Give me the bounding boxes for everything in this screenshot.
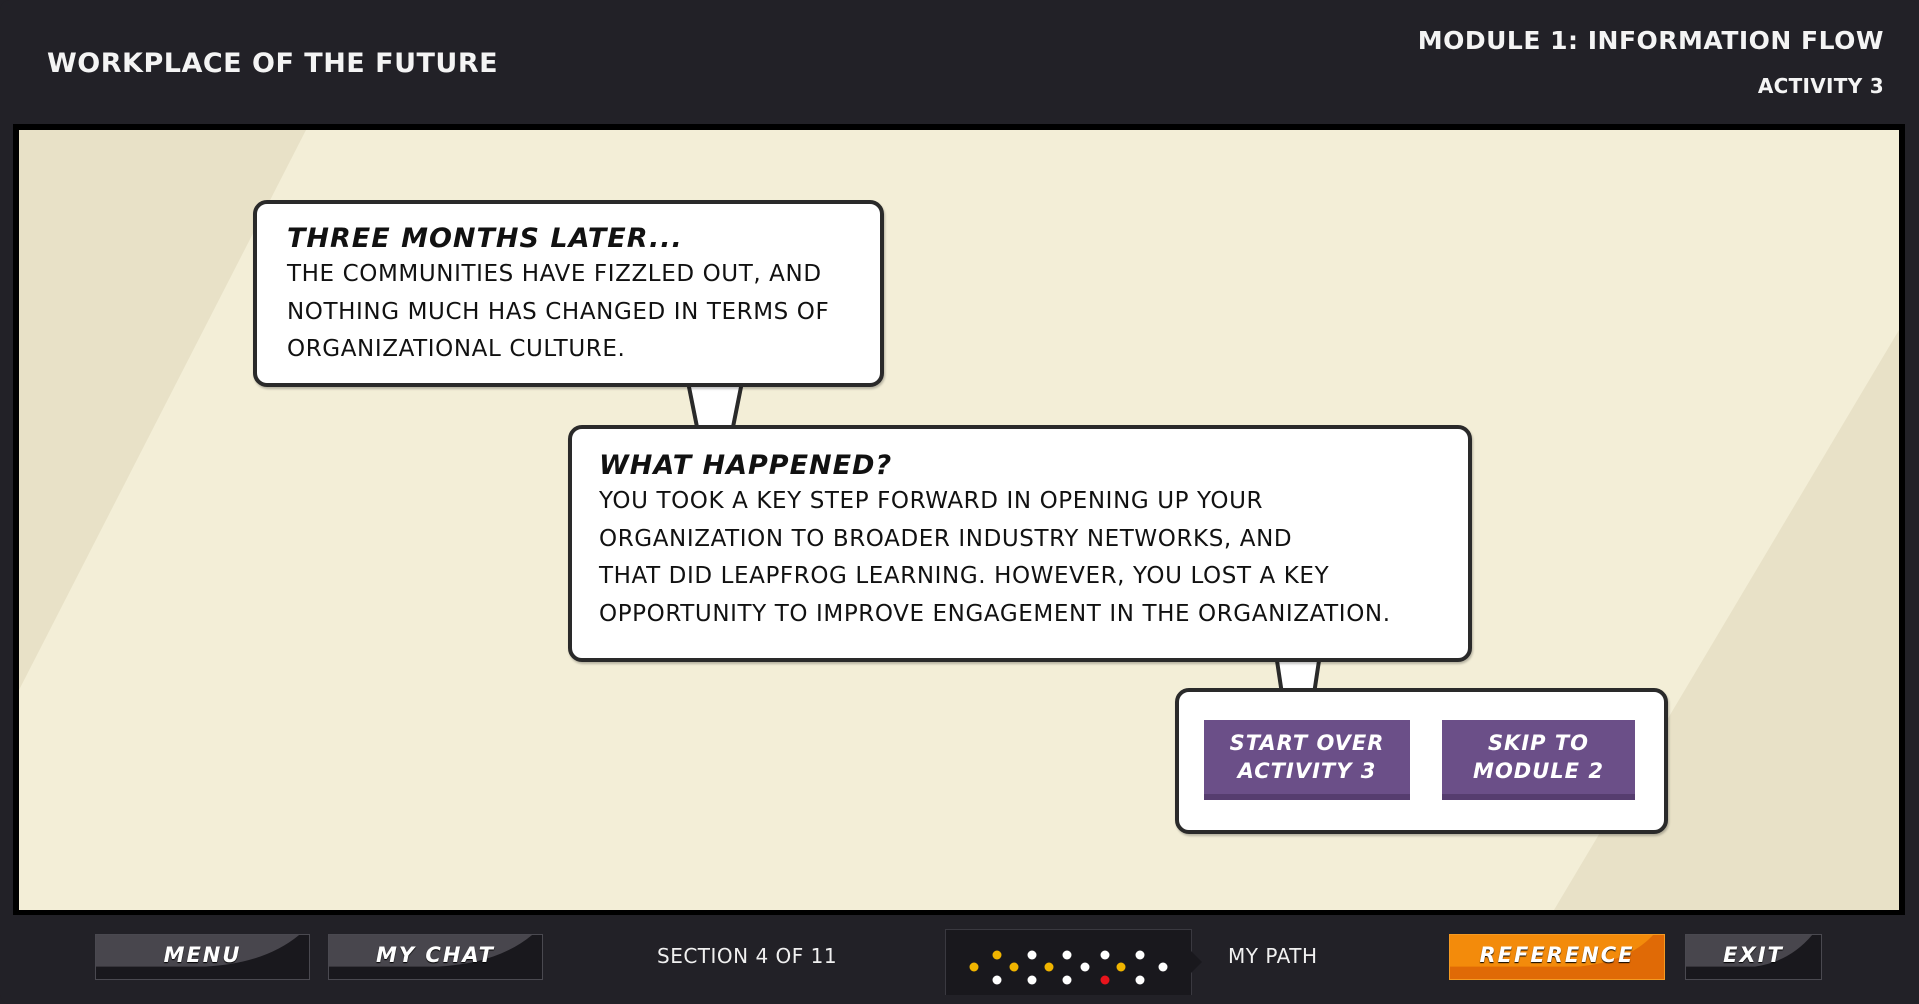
path-dot-current — [1100, 975, 1110, 985]
path-dot-visited — [1116, 962, 1126, 972]
exit-button[interactable]: EXIT — [1685, 934, 1822, 980]
start-over-activity-button[interactable]: START OVER ACTIVITY 3 — [1204, 720, 1410, 800]
reference-button[interactable]: REFERENCE — [1449, 934, 1665, 980]
connector-gap-1 — [693, 381, 737, 431]
feedback-line: THAT DID LEAPFROG LEARNING. HOWEVER, YOU… — [599, 563, 1330, 589]
path-pointer — [1190, 950, 1202, 974]
narration-line: ORGANIZATIONAL CULTURE. — [287, 336, 626, 362]
my-chat-label: MY CHAT — [376, 943, 495, 967]
path-dot-unvisited — [1062, 950, 1072, 960]
feedback-line: ORGANIZATION TO BROADER INDUSTRY NETWORK… — [599, 525, 1293, 552]
path-dot-visited — [969, 962, 979, 972]
path-dot-unvisited — [1027, 950, 1037, 960]
narration-line: THE COMMUNITIES HAVE FIZZLED OUT, AND — [287, 261, 822, 287]
path-dot-unvisited — [1158, 962, 1168, 972]
path-dot-unvisited — [1080, 962, 1090, 972]
path-dot-visited — [1009, 962, 1019, 972]
start-over-line1: START OVER — [1229, 731, 1385, 755]
my-path-label[interactable]: MY PATH — [1228, 944, 1318, 968]
path-dot-unvisited — [1100, 950, 1110, 960]
path-dot-unvisited — [1027, 975, 1037, 985]
my-path-map[interactable] — [945, 929, 1192, 995]
narration-heading: THREE MONTHS LATER... — [287, 223, 683, 254]
activity-title: ACTIVITY 3 — [1757, 74, 1884, 98]
menu-label: MENU — [163, 943, 242, 967]
skip-to-module-button[interactable]: SKIP TO MODULE 2 — [1442, 720, 1635, 800]
app-window: WORKPLACE OF THE FUTURE MODULE 1: INFORM… — [0, 0, 1919, 1004]
exit-label: EXIT — [1723, 943, 1784, 967]
narration-line: NOTHING MUCH HAS CHANGED IN TERMS OF — [287, 298, 830, 325]
start-over-line2: ACTIVITY 3 — [1237, 759, 1377, 783]
path-dot-unvisited — [992, 975, 1002, 985]
narration-bubble: THREE MONTHS LATER... THE COMMUNITIES HA… — [253, 200, 884, 387]
skip-line1: SKIP TO — [1487, 731, 1590, 755]
feedback-line: YOU TOOK A KEY STEP FORWARD IN OPENING U… — [599, 488, 1264, 514]
path-dot-visited — [992, 950, 1002, 960]
path-dot-unvisited — [1135, 950, 1145, 960]
feedback-line: OPPORTUNITY TO IMPROVE ENGAGEMENT IN THE… — [599, 600, 1391, 627]
feedback-bubble: WHAT HAPPENED? YOU TOOK A KEY STEP FORWA… — [568, 425, 1472, 662]
skip-line2: MODULE 2 — [1473, 759, 1604, 783]
module-title: MODULE 1: INFORMATION FLOW — [1417, 26, 1884, 55]
path-dot-unvisited — [1062, 975, 1072, 985]
course-title: WORKPLACE OF THE FUTURE — [47, 48, 499, 79]
section-progress-text: SECTION 4 OF 11 — [657, 944, 838, 968]
path-dot-unvisited — [1135, 975, 1145, 985]
menu-button[interactable]: MENU — [95, 934, 310, 980]
reference-label: REFERENCE — [1479, 943, 1635, 967]
path-dots — [969, 950, 1168, 985]
feedback-heading: WHAT HAPPENED? — [599, 450, 893, 481]
my-chat-button[interactable]: MY CHAT — [328, 934, 543, 980]
path-dot-visited — [1044, 962, 1054, 972]
